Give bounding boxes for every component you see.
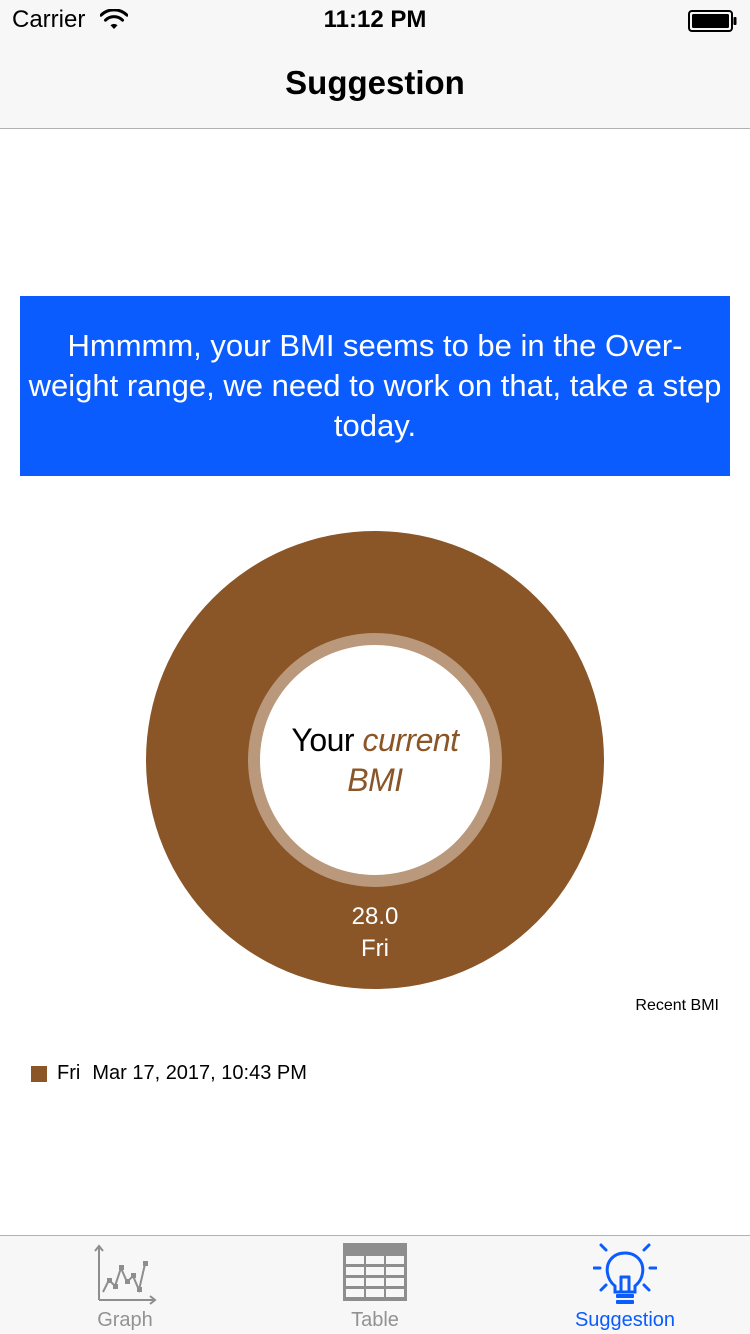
tab-graph-label: Graph: [97, 1309, 153, 1331]
slice-category-label: Fri: [361, 935, 389, 962]
center-text-prefix: Your: [291, 722, 355, 758]
lightbulb-icon: [593, 1243, 657, 1304]
status-bar: Carrier 11:12 PM: [0, 0, 750, 40]
navigation-bar: Suggestion: [0, 40, 750, 129]
line-graph-icon: [94, 1244, 157, 1305]
center-text-emphasis: current: [362, 722, 459, 758]
chart-description: Recent BMI: [635, 997, 719, 1014]
tab-table[interactable]: Table: [250, 1236, 500, 1334]
center-text-suffix: BMI: [347, 762, 403, 798]
tab-suggestion[interactable]: Suggestion: [500, 1236, 750, 1334]
tab-bar: Graph Table Suggestion: [0, 1235, 750, 1334]
slice-value-label: 28.0: [351, 903, 399, 930]
battery-icon: [688, 10, 737, 32]
suggestion-screen: Carrier 11:12 PM Suggestion Hmmmm, your …: [0, 0, 750, 1334]
chart-legend: Fri Mar 17, 2017, 10:43 PM: [31, 1062, 307, 1085]
page-title: Suggestion: [285, 64, 465, 101]
table-grid-icon: [343, 1243, 407, 1301]
donut-center-text: Your current BMI: [255, 720, 495, 800]
legend-label: Fri: [57, 1062, 81, 1084]
status-time: 11:12 PM: [323, 6, 427, 33]
tab-table-label: Table: [351, 1309, 399, 1331]
tab-suggestion-label: Suggestion: [574, 1309, 676, 1331]
suggestion-banner: Hmmmm, your BMI seems to be in the Over-…: [20, 296, 730, 476]
legend-date: Mar 17, 2017, 10:43 PM: [92, 1062, 307, 1084]
tab-graph[interactable]: Graph: [0, 1236, 250, 1334]
suggestion-message: Hmmmm, your BMI seems to be in the Over-…: [28, 328, 722, 443]
legend-swatch: [31, 1065, 47, 1082]
